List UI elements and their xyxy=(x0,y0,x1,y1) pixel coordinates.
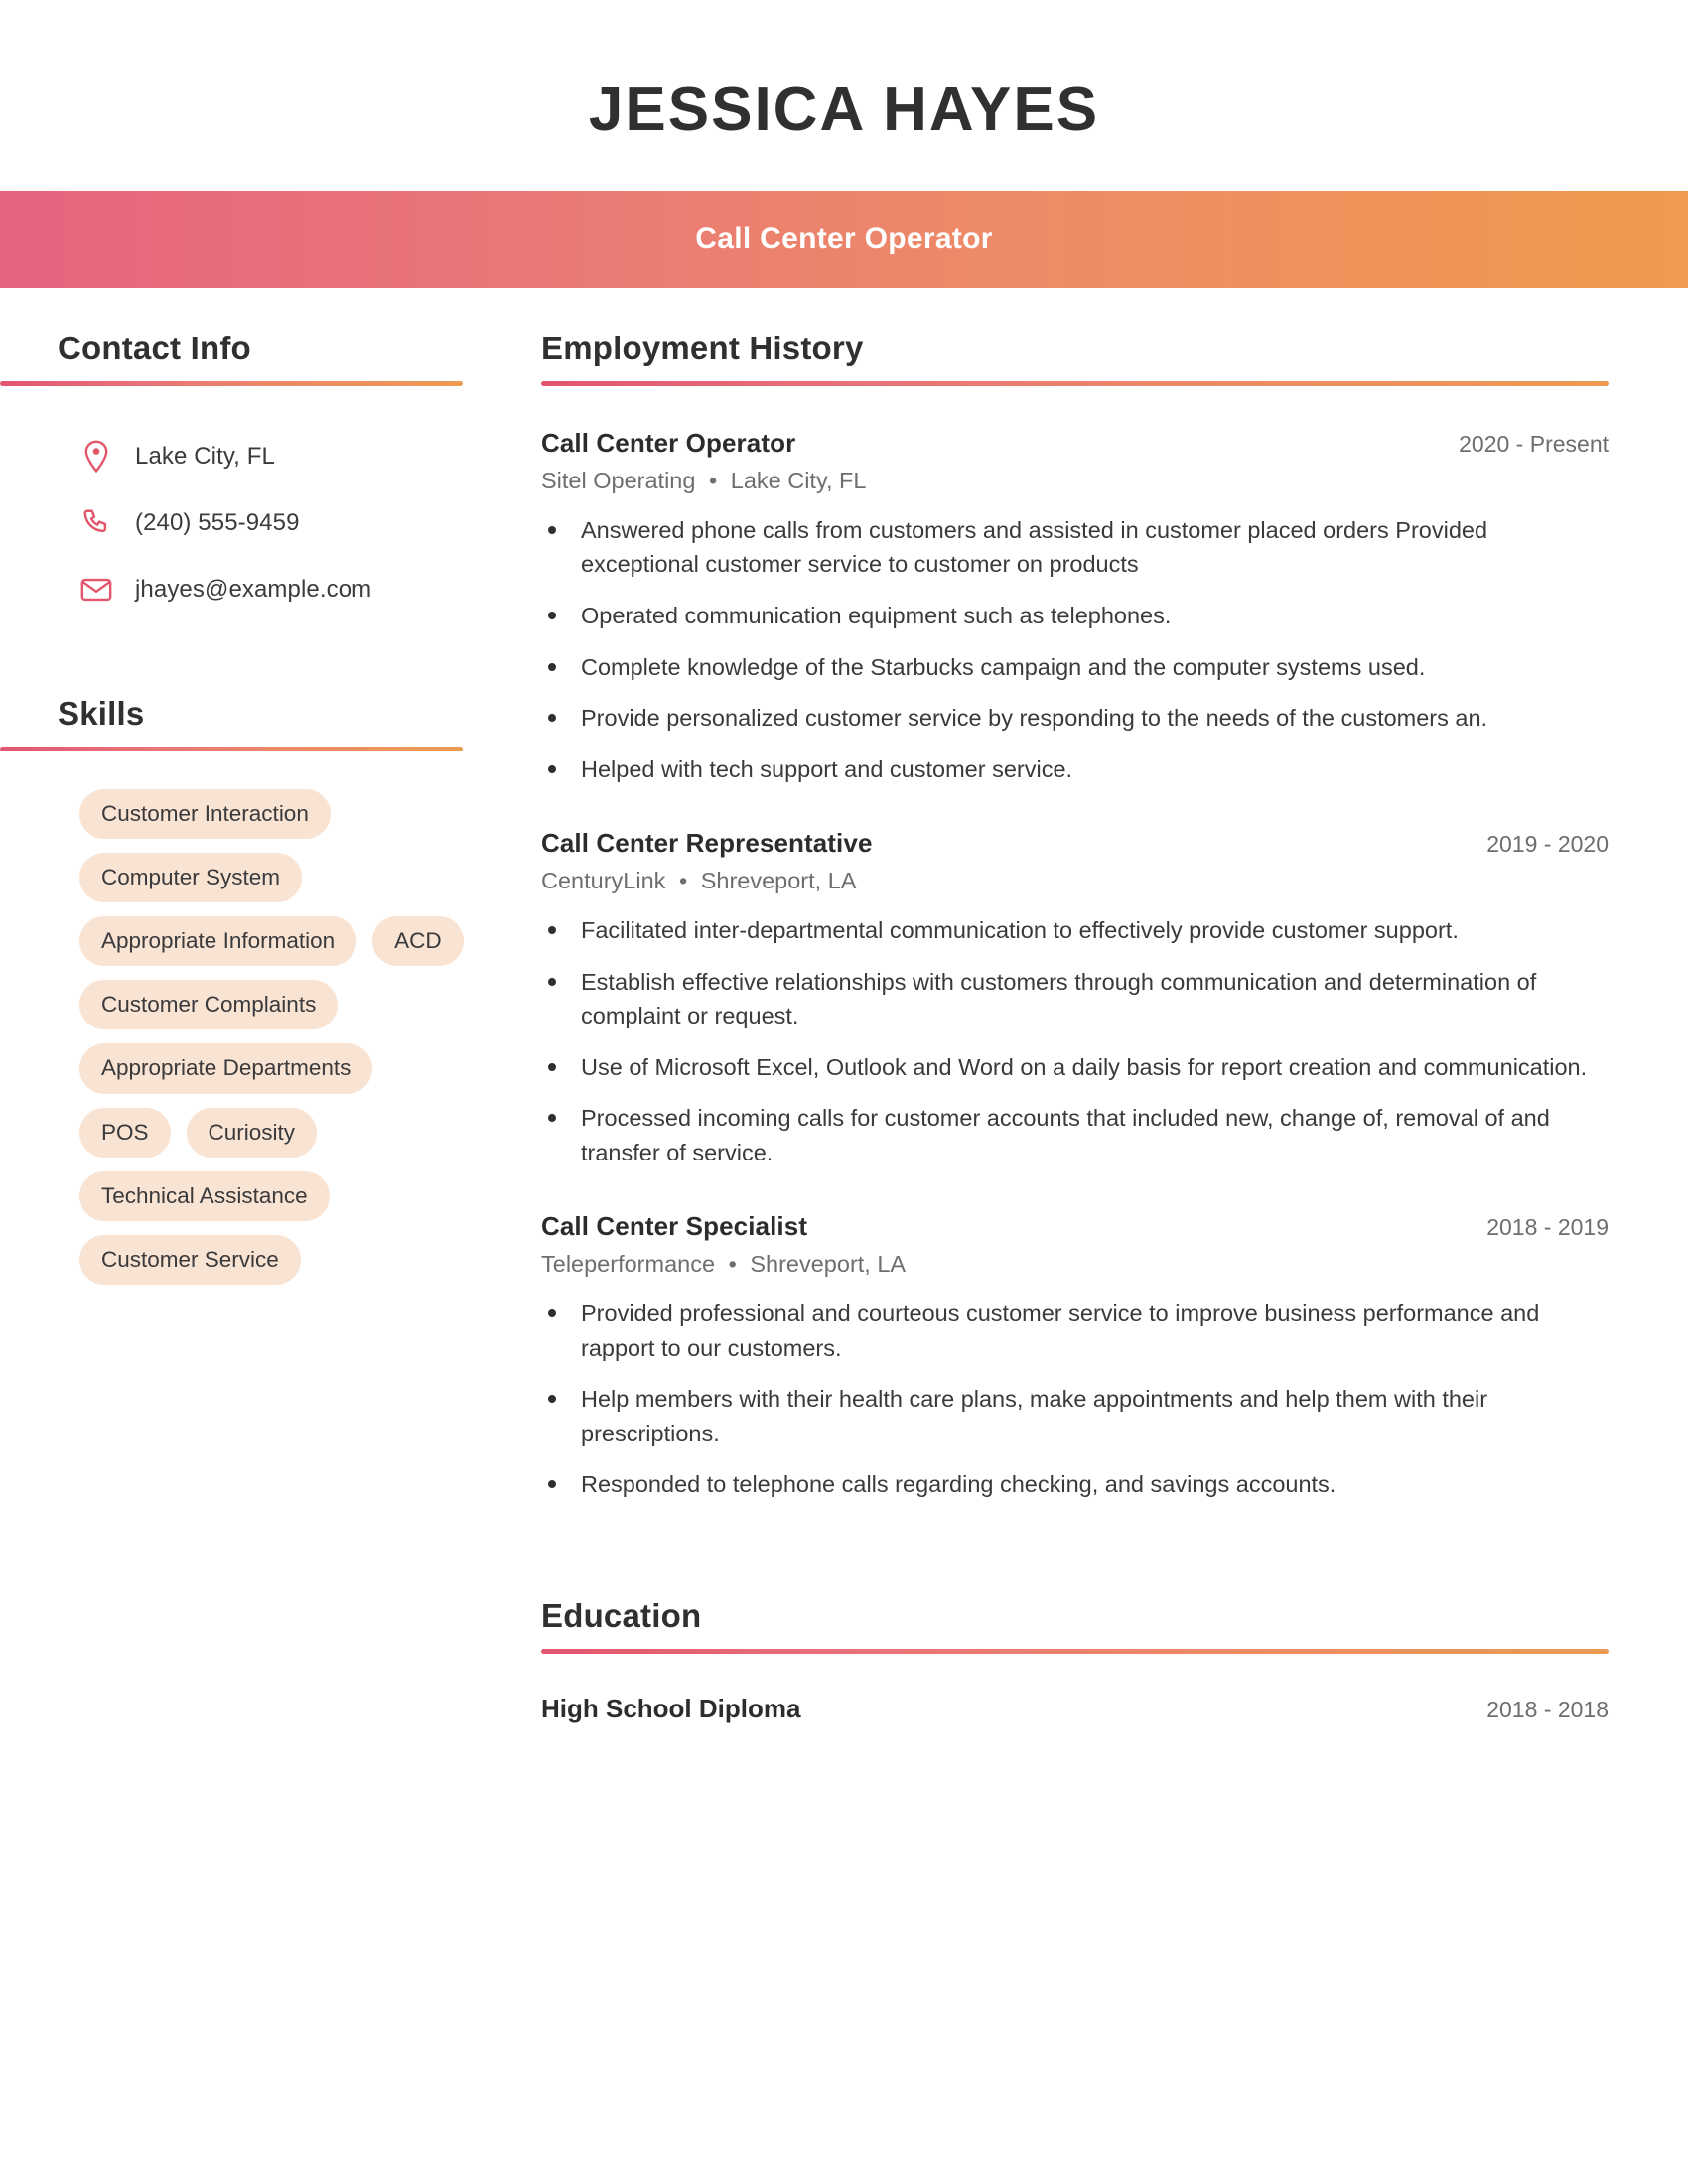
skill-pill[interactable]: Technical Assistance xyxy=(79,1170,330,1221)
candidate-name: JESSICA HAYES xyxy=(588,75,1100,144)
employment-history-rule xyxy=(541,380,1609,386)
job-title: Call Center Operator xyxy=(541,427,796,458)
job-bullet: Processed incoming calls for customer ac… xyxy=(541,1101,1609,1169)
job-meta: Sitel Operating • Lake City, FL xyxy=(541,468,1609,494)
job-company: Teleperformance xyxy=(541,1251,716,1278)
job-entry: Call Center Representative 2019 - 2020 C… xyxy=(541,828,1609,1169)
employment-history-heading: Employment History xyxy=(541,330,864,366)
skill-pill[interactable]: Appropriate Departments xyxy=(79,1043,373,1094)
job-bullets: Answered phone calls from customers and … xyxy=(541,513,1609,786)
job-location: Shreveport, LA xyxy=(700,868,857,894)
job-location: Shreveport, LA xyxy=(750,1251,907,1278)
job-bullet: Provided professional and courteous cust… xyxy=(541,1297,1609,1365)
contact-location-text: Lake City, FL xyxy=(135,443,275,471)
job-bullet: Complete knowledge of the Starbucks camp… xyxy=(541,650,1609,685)
skill-pill[interactable]: ACD xyxy=(372,916,464,967)
contact-info-rule xyxy=(0,380,463,386)
job-entry: Call Center Operator 2020 - Present Site… xyxy=(541,428,1609,786)
contact-info-section: Contact Info Lake City, FL (240) 555-945… xyxy=(0,330,501,623)
job-bullets: Facilitated inter-departmental communica… xyxy=(541,913,1609,1169)
skill-pill[interactable]: Customer Complaints xyxy=(79,980,339,1030)
contact-item-email[interactable]: jhayes@example.com xyxy=(79,557,501,623)
job-bullet: Provide personalized customer service by… xyxy=(541,701,1609,736)
resume-page: JESSICA HAYES Call Center Operator Conta… xyxy=(0,0,1688,2184)
resume-body: Contact Info Lake City, FL (240) 555-945… xyxy=(0,288,1688,1724)
meta-separator: • xyxy=(678,868,688,894)
skill-pill[interactable]: Customer Service xyxy=(79,1234,301,1285)
skill-pill[interactable]: Curiosity xyxy=(186,1107,318,1158)
contact-item-location[interactable]: Lake City, FL xyxy=(79,424,501,490)
job-bullet: Answered phone calls from customers and … xyxy=(541,513,1609,582)
skill-pill[interactable]: Appropriate Information xyxy=(79,916,357,967)
education-section: Education High School Diploma 2018 - 201… xyxy=(541,1597,1609,1724)
job-headline: Call Center Specialist 2018 - 2019 xyxy=(541,1211,1609,1242)
phone-icon xyxy=(79,508,113,538)
job-location: Lake City, FL xyxy=(730,467,867,493)
skills-heading: Skills xyxy=(58,694,145,732)
job-bullet: Responded to telephone calls regarding c… xyxy=(541,1467,1609,1502)
resume-header: JESSICA HAYES xyxy=(0,0,1688,191)
job-company: CenturyLink xyxy=(541,868,666,894)
main-column: Employment History Call Center Operator … xyxy=(541,330,1688,1724)
education-dates: 2018 - 2018 xyxy=(1486,1696,1609,1722)
skill-pill[interactable]: POS xyxy=(79,1107,171,1158)
job-headline: Call Center Representative 2019 - 2020 xyxy=(541,828,1609,859)
skill-pill[interactable]: Customer Interaction xyxy=(79,788,331,839)
job-bullet: Helped with tech support and customer se… xyxy=(541,752,1609,787)
job-title: Call Center Representative xyxy=(541,828,873,859)
contact-item-phone[interactable]: (240) 555-9459 xyxy=(79,490,501,557)
job-meta: CenturyLink • Shreveport, LA xyxy=(541,868,1609,894)
skills-rule xyxy=(0,746,463,751)
location-pin-icon xyxy=(79,440,113,474)
job-dates: 2018 - 2019 xyxy=(1486,1214,1609,1241)
job-bullets: Provided professional and courteous cust… xyxy=(541,1297,1609,1502)
education-heading: Education xyxy=(541,1596,702,1634)
job-dates: 2020 - Present xyxy=(1459,430,1609,457)
job-company: Sitel Operating xyxy=(541,467,696,493)
job-title-band: Call Center Operator xyxy=(0,191,1688,288)
job-bullet: Establish effective relationships with c… xyxy=(541,965,1609,1033)
contact-list: Lake City, FL (240) 555-9459 jhayes@exam… xyxy=(79,424,501,623)
education-rule xyxy=(541,1648,1609,1654)
envelope-icon xyxy=(79,577,113,603)
employment-history-section: Employment History Call Center Operator … xyxy=(541,330,1609,1502)
education-entry: High School Diploma 2018 - 2018 xyxy=(541,1694,1609,1724)
job-bullet: Use of Microsoft Excel, Outlook and Word… xyxy=(541,1050,1609,1085)
meta-separator: • xyxy=(708,467,718,493)
job-dates: 2019 - 2020 xyxy=(1486,831,1609,858)
job-headline: Call Center Operator 2020 - Present xyxy=(541,428,1609,459)
job-entry: Call Center Specialist 2018 - 2019 Telep… xyxy=(541,1211,1609,1502)
job-bullet: Operated communication equipment such as… xyxy=(541,599,1609,633)
job-meta: Teleperformance • Shreveport, LA xyxy=(541,1251,1609,1278)
meta-separator: • xyxy=(728,1251,737,1278)
skills-list: Customer Interaction Computer System App… xyxy=(79,788,477,1285)
sidebar: Contact Info Lake City, FL (240) 555-945… xyxy=(0,330,541,1285)
education-degree: High School Diploma xyxy=(541,1693,801,1723)
skill-pill[interactable]: Computer System xyxy=(79,853,303,903)
skills-section: Skills Customer Interaction Computer Sys… xyxy=(0,695,501,1285)
job-title: Call Center Specialist xyxy=(541,1211,808,1242)
contact-info-heading: Contact Info xyxy=(58,330,251,366)
candidate-job-title: Call Center Operator xyxy=(695,222,993,255)
contact-email-text: jhayes@example.com xyxy=(135,576,372,604)
contact-phone-text: (240) 555-9459 xyxy=(135,509,300,537)
job-bullet: Facilitated inter-departmental communica… xyxy=(541,913,1609,948)
job-bullet: Help members with their health care plan… xyxy=(541,1382,1609,1450)
